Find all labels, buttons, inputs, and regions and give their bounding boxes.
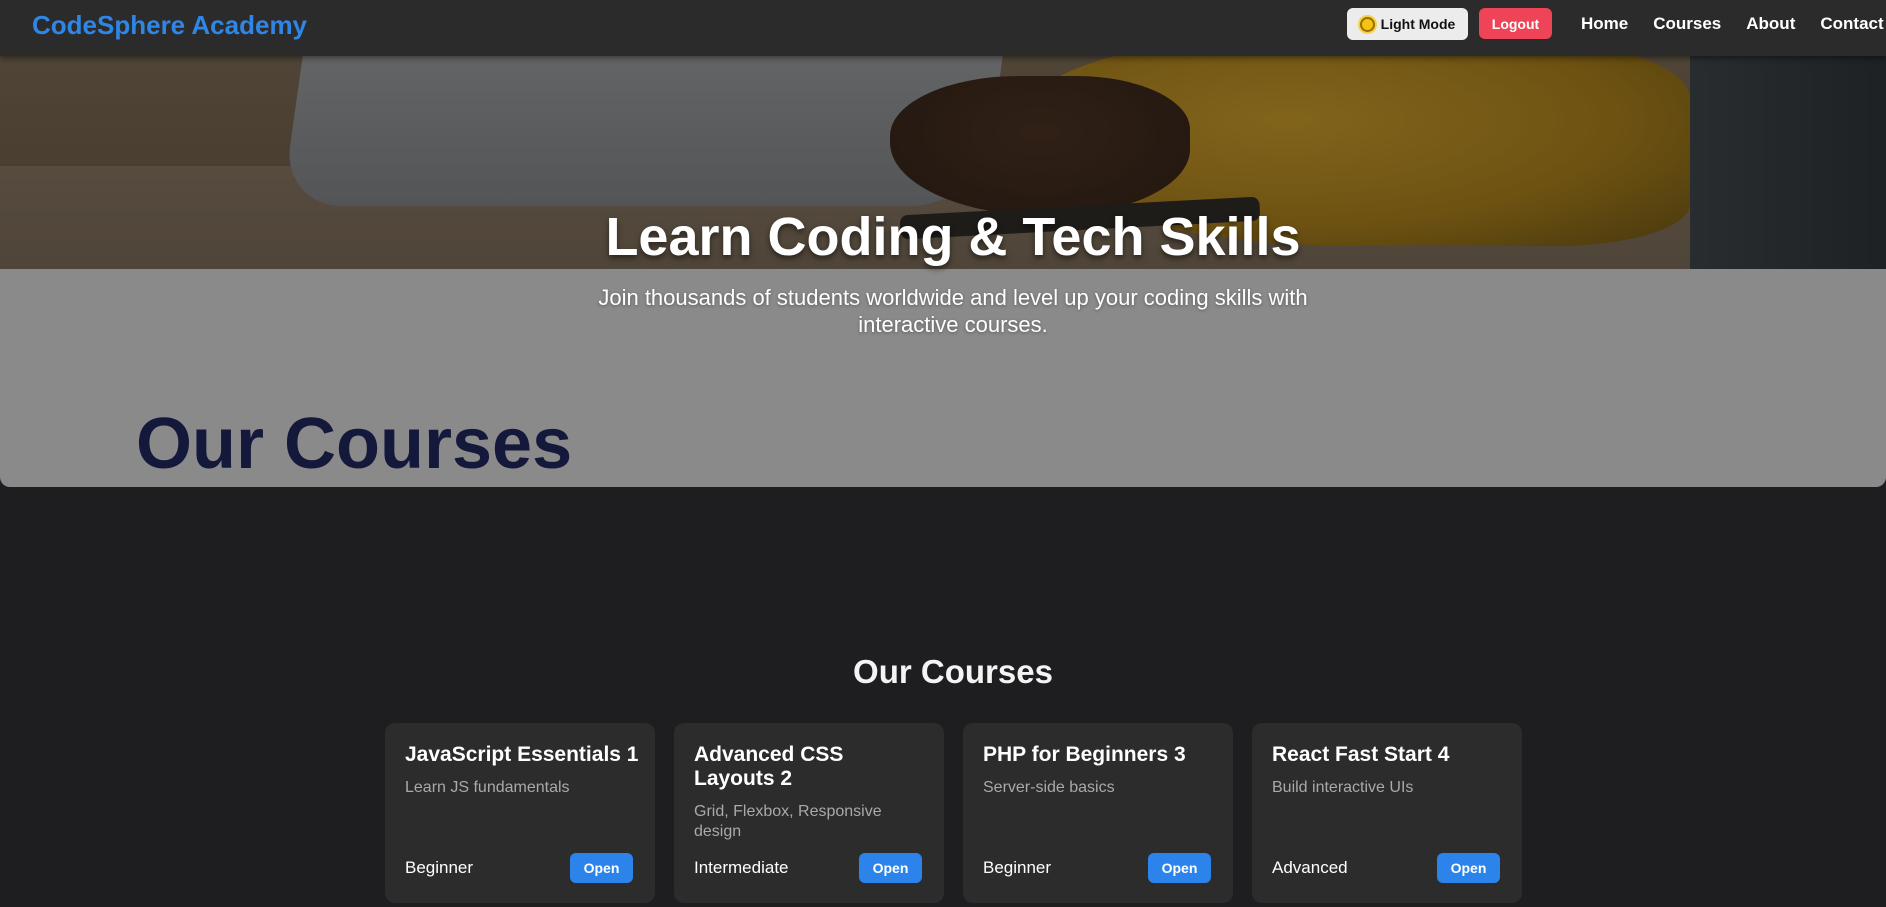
brand-logo[interactable]: CodeSphere Academy (32, 10, 307, 41)
course-card[interactable]: JavaScript Essentials 1 Learn JS fundame… (385, 723, 655, 903)
nav-links: Home Courses About Contact (1581, 14, 1884, 34)
course-level: Intermediate (694, 858, 789, 877)
nav-link-courses[interactable]: Courses (1653, 14, 1721, 34)
hero-title: Learn Coding & Tech Skills (605, 207, 1301, 267)
hero-subtitle: Join thousands of students worldwide and… (598, 285, 1308, 337)
course-level: Advanced (1272, 858, 1348, 877)
open-course-button[interactable]: Open (859, 853, 922, 883)
theme-toggle-label: Light Mode (1380, 16, 1456, 32)
course-level: Beginner (983, 858, 1052, 877)
logout-button[interactable]: Logout (1479, 8, 1552, 39)
course-title: PHP for Beginners 3 (983, 743, 1186, 766)
course-title: JavaScript Essentials 1 (405, 743, 639, 766)
open-course-button[interactable]: Open (1148, 853, 1211, 883)
course-description: Grid, Flexbox, Responsive design (694, 803, 882, 840)
open-course-button[interactable]: Open (570, 853, 633, 883)
course-title: Advanced CSS Layouts 2 (694, 743, 844, 790)
course-description: Learn JS fundamentals (405, 779, 570, 796)
open-course-button[interactable]: Open (1437, 853, 1500, 883)
course-description: Build interactive UIs (1272, 779, 1414, 796)
course-level: Beginner (405, 858, 474, 877)
course-title: React Fast Start 4 (1272, 743, 1450, 766)
nav-link-home[interactable]: Home (1581, 14, 1628, 34)
navbar: CodeSphere Academy Light Mode Logout Hom… (0, 0, 1886, 56)
sun-icon (1359, 16, 1375, 32)
hero-overlay-heading: Our Courses (136, 404, 573, 484)
course-description: Server-side basics (983, 779, 1115, 796)
course-card[interactable]: React Fast Start 4 Build interactive UIs… (1252, 723, 1522, 903)
hero-section: Learn Coding & Tech Skills Join thousand… (0, 56, 1886, 487)
theme-toggle-button[interactable]: Light Mode (1347, 8, 1468, 40)
courses-section-title: Our Courses (853, 653, 1053, 690)
nav-link-contact[interactable]: Contact (1820, 14, 1883, 34)
course-card[interactable]: PHP for Beginners 3 Server-side basics B… (963, 723, 1233, 903)
nav-link-about[interactable]: About (1746, 14, 1795, 34)
course-card[interactable]: Advanced CSS Layouts 2 Grid, Flexbox, Re… (674, 723, 944, 903)
